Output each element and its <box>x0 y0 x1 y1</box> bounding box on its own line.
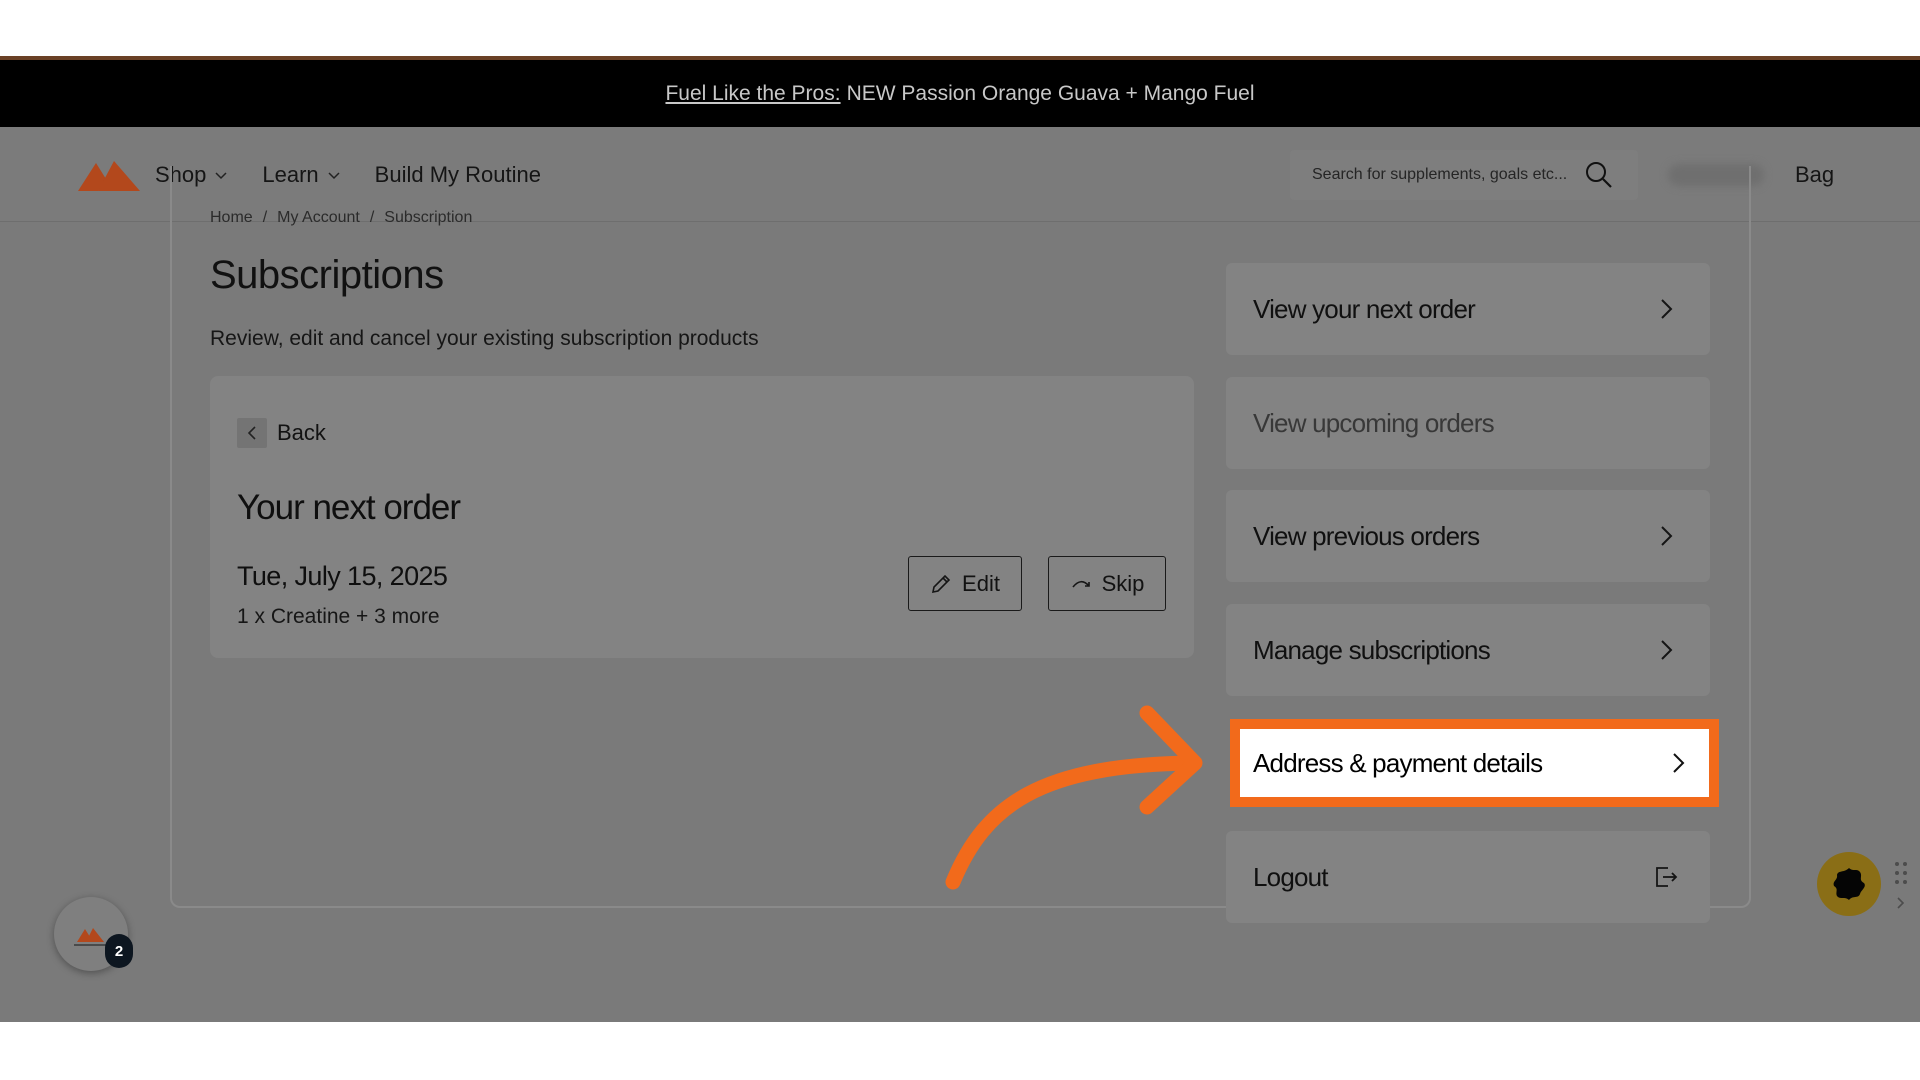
next-order-items: 1 x Creatine + 3 more <box>237 605 440 628</box>
breadcrumb-separator: / <box>262 209 268 226</box>
pencil-icon <box>932 574 951 593</box>
splat-icon <box>1833 868 1865 900</box>
breadcrumb: Home / My Account / Subscription <box>210 209 472 227</box>
breadcrumb-separator: / <box>369 209 375 226</box>
bag-link[interactable]: Bag <box>1795 162 1834 188</box>
sidebar-item-label: Logout <box>1253 861 1329 892</box>
announcement-bar: Fuel Like the Pros: NEW Passion Orange G… <box>0 60 1920 127</box>
drag-handle-icon[interactable] <box>1893 860 1909 886</box>
back-icon-box <box>237 418 267 448</box>
back-label: Back <box>277 420 326 445</box>
next-order-card: Back Your next order Tue, July 15, 2025 … <box>210 376 1194 658</box>
breadcrumb-my-account[interactable]: My Account <box>277 209 360 227</box>
sidebar-item-view-next-order[interactable]: View your next order <box>1226 263 1710 355</box>
sidebar-item-label: Address & payment details <box>1253 747 1543 778</box>
back-button[interactable]: Back <box>237 418 326 448</box>
promo-text: NEW Passion Orange Guava + Mango Fuel <box>846 81 1255 105</box>
sidebar-item-label: View previous orders <box>1253 520 1480 551</box>
chevron-right-icon <box>1661 640 1673 660</box>
edit-label: Edit <box>962 570 1000 596</box>
sidebar-item-logout[interactable]: Logout <box>1226 831 1710 923</box>
edit-button[interactable]: Edit <box>908 556 1022 611</box>
skip-arc-icon <box>1071 580 1090 588</box>
notification-badge: 2 <box>105 934 133 968</box>
chevron-right-icon[interactable] <box>1893 895 1909 911</box>
sidebar-item-view-upcoming-orders[interactable]: View upcoming orders <box>1226 377 1710 469</box>
page-title: Subscriptions <box>210 253 444 297</box>
next-order-title: Your next order <box>237 488 461 527</box>
support-chat-button[interactable] <box>1817 852 1881 916</box>
annotation-arrow <box>945 705 1203 890</box>
sidebar-item-label: Manage subscriptions <box>1253 634 1491 665</box>
brand-logo[interactable] <box>78 157 140 191</box>
skip-label: Skip <box>1101 570 1145 596</box>
page-description: Review, edit and cancel your existing su… <box>210 327 759 350</box>
chevron-right-icon <box>1673 753 1685 773</box>
logout-icon <box>1656 867 1678 887</box>
sidebar-item-view-previous-orders[interactable]: View previous orders <box>1226 490 1710 582</box>
chevron-right-icon <box>1661 526 1673 546</box>
breadcrumb-home[interactable]: Home <box>210 209 253 227</box>
promo-link[interactable]: Fuel Like the Pros: <box>665 82 840 106</box>
chevron-right-icon <box>1661 299 1673 319</box>
sidebar-item-address-payment[interactable]: Address & payment details <box>1240 729 1709 797</box>
breadcrumb-current: Subscription <box>384 209 473 226</box>
sidebar-item-label: View your next order <box>1253 293 1476 324</box>
chevron-left-icon <box>247 426 256 440</box>
next-order-date: Tue, July 15, 2025 <box>237 561 448 591</box>
sidebar-item-label: View upcoming orders <box>1253 407 1495 438</box>
sidebar-item-manage-subscriptions[interactable]: Manage subscriptions <box>1226 604 1710 696</box>
skip-button[interactable]: Skip <box>1048 556 1166 611</box>
